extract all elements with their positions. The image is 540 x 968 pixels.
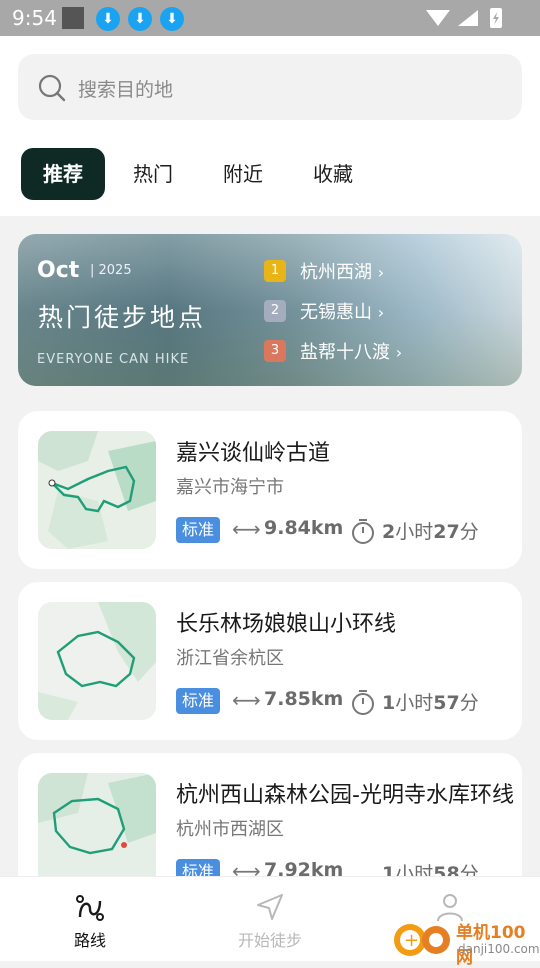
route-location: 嘉兴市海宁市 xyxy=(176,477,284,498)
rank-item[interactable]: 1 杭州西湖 › xyxy=(264,260,424,286)
banner-title: 热门徒步地点 xyxy=(38,303,207,332)
route-map-thumbnail xyxy=(38,773,156,876)
tab-nearby[interactable]: 附近 xyxy=(212,148,274,200)
status-time: 9:54 xyxy=(12,6,57,30)
navigate-icon xyxy=(257,894,283,920)
download-icon: ⬇ xyxy=(128,7,152,31)
chevron-right-icon: › xyxy=(395,343,403,362)
svg-text:+: + xyxy=(404,930,419,951)
rank-name: 无锡惠山 › xyxy=(300,302,385,323)
search-input[interactable]: 搜索目的地 xyxy=(78,75,173,102)
rank-number: 1 xyxy=(264,260,286,282)
rank-item[interactable]: 3 盐帮十八渡 › xyxy=(264,340,444,366)
search-bar[interactable]: 搜索目的地 xyxy=(18,54,522,120)
banner-year: | 2025 xyxy=(90,263,132,278)
nav-label: 开始徒步 xyxy=(237,931,302,950)
rank-number: 3 xyxy=(264,340,286,362)
route-distance: 9.84km xyxy=(264,517,344,539)
route-title: 长乐林场娘娘山小环线 xyxy=(176,612,397,637)
rank-item[interactable]: 2 无锡惠山 › xyxy=(264,300,424,326)
timer-icon xyxy=(352,519,374,544)
rank-name: 杭州西湖 › xyxy=(300,262,385,283)
route-duration: 2小时27分 xyxy=(382,521,479,543)
download-icon: ⬇ xyxy=(160,7,184,31)
route-map-thumbnail xyxy=(38,431,156,549)
route-location: 浙江省余杭区 xyxy=(176,648,284,669)
chevron-right-icon: › xyxy=(377,303,385,322)
route-distance: 7.85km xyxy=(264,688,344,710)
watermark: + 单机100网 danji100.com xyxy=(392,916,540,968)
route-location: 杭州市西湖区 xyxy=(176,819,284,840)
watermark-logo-icon: + xyxy=(394,924,450,956)
tab-recommend[interactable]: 推荐 xyxy=(21,148,105,200)
watermark-url: danji100.com xyxy=(458,942,540,956)
timer-icon xyxy=(352,690,374,715)
route-icon xyxy=(76,895,104,921)
nav-item-routes[interactable]: 路线 xyxy=(30,877,150,961)
chevron-right-icon: › xyxy=(377,263,385,282)
banner-subtitle: EVERYONE CAN HIKE xyxy=(37,352,190,367)
rank-number: 2 xyxy=(264,300,286,322)
difficulty-badge: 标准 xyxy=(176,517,220,543)
distance-icon: ⟷ xyxy=(232,517,261,541)
route-duration: 1小时57分 xyxy=(382,692,479,714)
difficulty-badge: 标准 xyxy=(176,688,220,714)
route-card[interactable]: 杭州西山森林公园-光明寺水库环线 杭州市西湖区 标准 ⟷ 7.92km 1小时5… xyxy=(18,753,522,885)
route-map-thumbnail xyxy=(38,602,156,720)
route-card[interactable]: 长乐林场娘娘山小环线 浙江省余杭区 标准 ⟷ 7.85km 1小时57分 xyxy=(18,582,522,740)
hot-hiking-banner[interactable]: Oct | 2025 热门徒步地点 EVERYONE CAN HIKE 1 杭州… xyxy=(18,234,522,386)
wifi-signal-battery-icon xyxy=(426,8,502,28)
banner-month: Oct xyxy=(37,258,80,283)
route-card[interactable]: 嘉兴谈仙岭古道 嘉兴市海宁市 标准 ⟷ 9.84km 2小时27分 xyxy=(18,411,522,569)
status-bar: 9:54 ⬇ ⬇ ⬇ xyxy=(0,0,540,36)
distance-icon: ⟷ xyxy=(232,688,261,712)
rank-name: 盐帮十八渡 › xyxy=(300,342,403,363)
download-icon: ⬇ xyxy=(96,7,120,31)
route-title: 嘉兴谈仙岭古道 xyxy=(176,441,331,466)
nav-item-start-hike[interactable]: 开始徒步 xyxy=(210,877,330,961)
status-icons xyxy=(424,6,504,34)
search-icon xyxy=(38,74,66,102)
route-title: 杭州西山森林公园-光明寺水库环线 xyxy=(176,783,514,808)
tab-hot[interactable]: 热门 xyxy=(122,148,184,200)
tab-favorites[interactable]: 收藏 xyxy=(302,148,364,200)
notification-square-icon xyxy=(62,7,84,29)
nav-label: 路线 xyxy=(73,931,106,950)
